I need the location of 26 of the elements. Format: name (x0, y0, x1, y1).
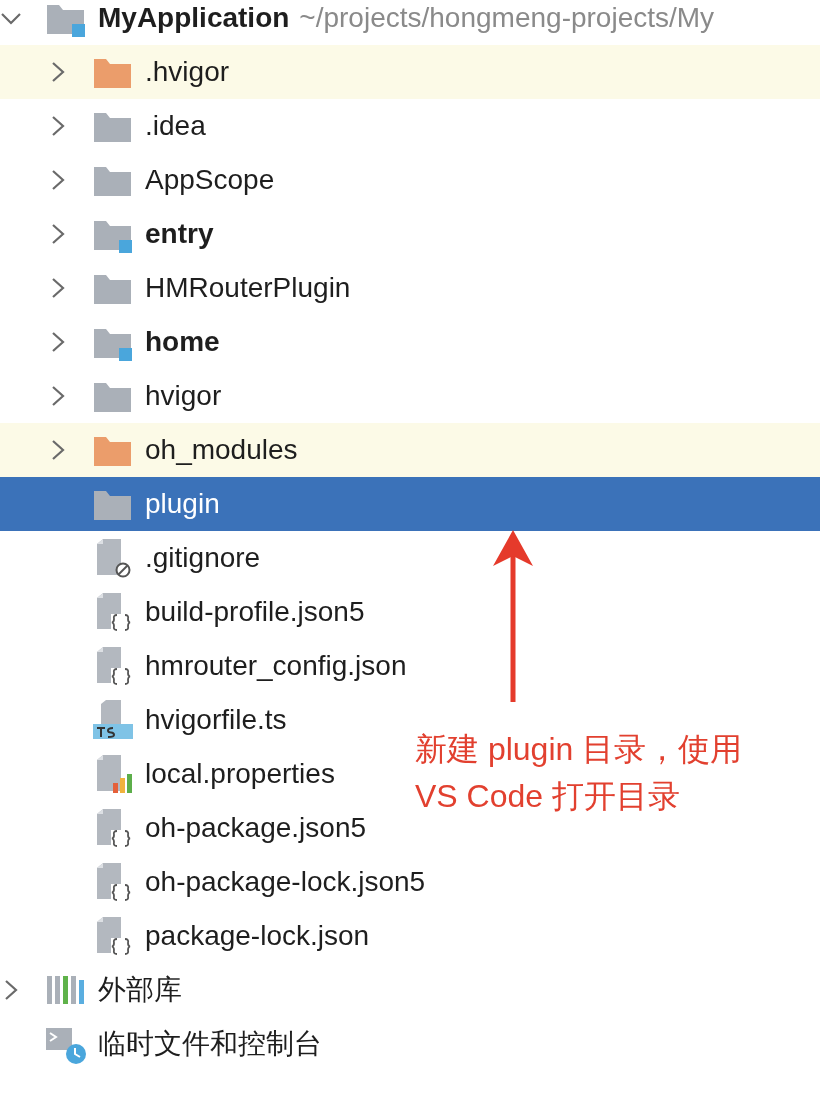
tree-item-label[interactable]: package-lock.json (145, 915, 370, 957)
tree-item-label[interactable]: hmrouter_config.json (145, 645, 407, 687)
excluded-tree-row[interactable]: oh_modules (0, 423, 820, 477)
tree-item-label[interactable]: plugin (145, 483, 220, 525)
tree-item-label[interactable]: hvigor (145, 375, 222, 417)
tree-item-label[interactable]: 外部库 (98, 969, 182, 1011)
project-path: ~/projects/hongmeng-projects/My (299, 1, 715, 35)
tree-item-label[interactable]: hvigorfile.ts (145, 699, 287, 741)
tree-item-label[interactable]: .gitignore (145, 537, 261, 579)
tree-item-label[interactable]: build-profile.json5 (145, 591, 365, 633)
tree-item-label[interactable]: local.properties (145, 753, 335, 795)
tree-item-label[interactable]: AppScope (145, 159, 275, 201)
tree-item-label[interactable]: oh-package.json5 (145, 807, 367, 849)
tree-item-label[interactable]: .hvigor (145, 51, 230, 93)
tree-item-label[interactable]: oh-package-lock.json5 (145, 861, 426, 903)
excluded-tree-row[interactable]: .hvigor (0, 45, 820, 99)
annotation-text: 新建 plugin 目录，使用 VS Code 打开目录 (415, 730, 743, 816)
tree-item-label[interactable]: oh_modules (145, 429, 298, 471)
selected-tree-row[interactable]: plugin (0, 477, 820, 531)
tree-item-label[interactable]: 临时文件和控制台 (98, 1023, 322, 1065)
tree-item-label[interactable]: MyApplication (98, 0, 290, 39)
typescript-file-icon (93, 700, 133, 740)
tree-item-label[interactable]: entry (145, 213, 214, 255)
tree-item-label[interactable]: .idea (145, 105, 206, 147)
tree-item-label[interactable]: home (145, 321, 220, 363)
tree-item-label[interactable]: HMRouterPlugin (145, 267, 351, 309)
